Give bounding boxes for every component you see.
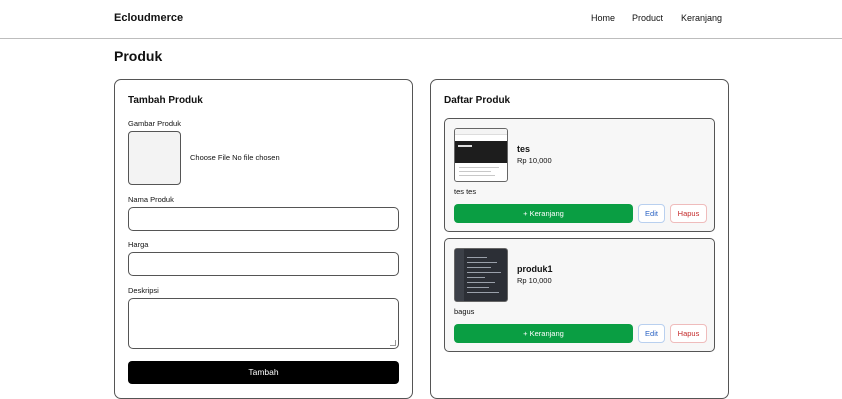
nav-link-home[interactable]: Home	[591, 13, 615, 23]
delete-button[interactable]: Hapus	[670, 204, 707, 223]
description-textarea[interactable]	[128, 298, 399, 349]
product-card: tes Rp 10,000 tes tes + Keranjang Edit H…	[444, 118, 715, 232]
product-card: produk1 Rp 10,000 bagus + Keranjang Edit…	[444, 238, 715, 352]
nav-link-product[interactable]: Product	[632, 13, 663, 23]
navbar: Ecloudmerce Home Product Keranjang	[0, 0, 842, 39]
add-to-cart-button[interactable]: + Keranjang	[454, 204, 633, 223]
product-name: produk1	[517, 264, 553, 274]
product-list-title: Daftar Produk	[444, 95, 511, 106]
brand-logo[interactable]: Ecloudmerce	[114, 12, 183, 24]
product-price: Rp 10,000	[517, 156, 552, 165]
product-price: Rp 10,000	[517, 276, 552, 285]
product-image	[454, 248, 508, 302]
edit-button[interactable]: Edit	[638, 204, 665, 223]
price-input[interactable]	[128, 252, 399, 276]
image-label: Gambar Produk	[128, 119, 181, 128]
nav-link-keranjang[interactable]: Keranjang	[681, 13, 722, 23]
name-input[interactable]	[128, 207, 399, 231]
add-product-button[interactable]: Tambah	[128, 361, 399, 384]
edit-button[interactable]: Edit	[638, 324, 665, 343]
delete-button[interactable]: Hapus	[670, 324, 707, 343]
product-name: tes	[517, 144, 531, 154]
description-label: Deskripsi	[128, 286, 159, 295]
name-label: Nama Produk	[128, 195, 174, 204]
add-product-title: Tambah Produk	[128, 95, 203, 106]
file-input[interactable]: Choose File No file chosen	[190, 153, 280, 162]
add-product-panel: Tambah Produk Gambar Produk Choose File …	[114, 79, 413, 399]
product-list-panel: Daftar Produk tes Rp 10,000 tes tes + Ke…	[430, 79, 729, 399]
image-preview[interactable]	[128, 131, 181, 185]
product-description: bagus	[454, 307, 475, 316]
page-title: Produk	[114, 48, 163, 64]
product-description: tes tes	[454, 187, 477, 196]
resize-handle[interactable]	[390, 340, 396, 346]
product-image	[454, 128, 508, 182]
add-to-cart-button[interactable]: + Keranjang	[454, 324, 633, 343]
price-label: Harga	[128, 240, 149, 249]
